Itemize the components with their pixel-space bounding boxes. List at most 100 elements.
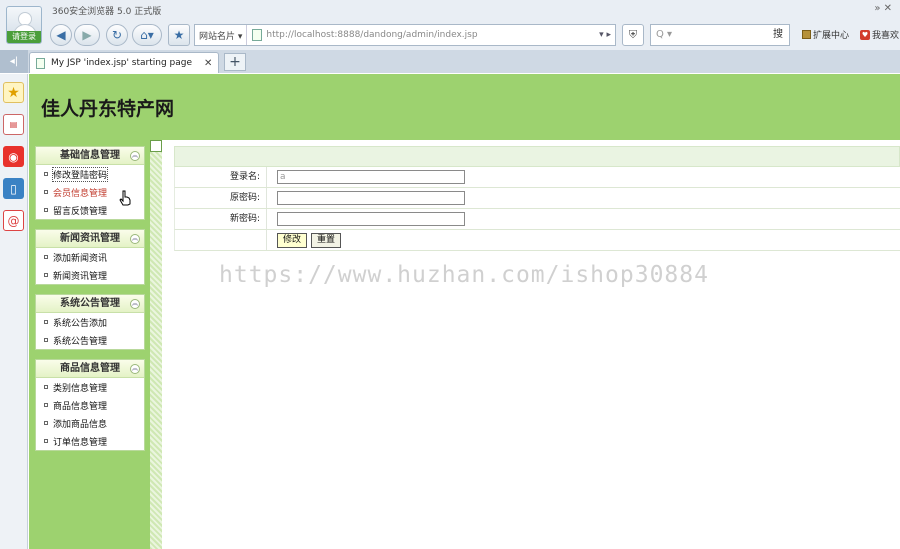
mobile-icon[interactable]: ▯ xyxy=(3,178,24,199)
menu-item-label: 添加新闻资讯 xyxy=(53,253,108,264)
menu-item-label: 修改登陆密码 xyxy=(51,166,109,182)
tab-title: My JSP 'index.jsp' starting page xyxy=(51,58,193,68)
bullet-icon xyxy=(44,320,48,324)
bullet-icon xyxy=(44,421,48,425)
weibo-icon[interactable]: ◉ xyxy=(3,146,24,167)
frame-divider-handle[interactable] xyxy=(150,140,162,152)
page-icon xyxy=(36,57,45,69)
old-password-label: 原密码: xyxy=(175,188,267,208)
favorites-star-icon[interactable]: ★ xyxy=(3,82,24,103)
menu-notice: 系统公告管理 ︽ 系统公告添加 系统公告管理 xyxy=(35,294,145,350)
page-icon xyxy=(252,29,263,41)
address-dropdown-arrows[interactable]: ▾ ▸ xyxy=(595,30,615,40)
new-tab-button[interactable]: + xyxy=(224,53,246,71)
search-button[interactable]: 搜 xyxy=(766,24,790,46)
menu-title: 新闻资讯管理 xyxy=(60,233,120,244)
home-button[interactable]: ⌂▾ xyxy=(132,24,162,46)
mail-icon[interactable]: @ xyxy=(3,210,24,231)
site-card-dropdown[interactable]: 网站名片 ▾ xyxy=(195,25,248,45)
bookmark-button[interactable]: ★ xyxy=(168,24,190,46)
sidebar-toggle-button[interactable]: ◂| xyxy=(0,50,28,73)
login-label[interactable]: 请登录 xyxy=(7,31,41,43)
menu-item-news-manage[interactable]: 新闻资讯管理 xyxy=(36,266,144,284)
favorite-label: 我喜欢 xyxy=(872,31,900,41)
menu-item-goods-manage[interactable]: 商品信息管理 xyxy=(36,396,144,414)
tab-active[interactable]: My JSP 'index.jsp' starting page ✕ xyxy=(29,52,219,73)
menu-item-add-goods[interactable]: 添加商品信息 xyxy=(36,414,144,432)
menu-title: 基础信息管理 xyxy=(60,150,120,161)
menu-header[interactable]: 系统公告管理 ︽ xyxy=(36,295,144,313)
menu-item-order-manage[interactable]: 订单信息管理 xyxy=(36,432,144,450)
hand-cursor-icon xyxy=(119,190,131,206)
submit-button[interactable]: 修改 xyxy=(277,232,308,248)
url-input[interactable]: http://localhost:8888/dandong/admin/inde… xyxy=(266,30,595,40)
bullet-icon xyxy=(44,403,48,407)
form-row-new-password: 新密码: xyxy=(174,209,900,230)
menu-item-label: 商品信息管理 xyxy=(53,401,108,412)
arrow-right-icon: ▶ xyxy=(82,28,92,42)
site-title: 佳人丹东特产网 xyxy=(41,98,175,120)
menu-item-category-manage[interactable]: 类别信息管理 xyxy=(36,378,144,396)
bullet-icon xyxy=(44,273,48,277)
menu-header[interactable]: 基础信息管理 ︽ xyxy=(36,147,144,165)
new-password-label: 新密码: xyxy=(175,209,267,229)
form-header-bar xyxy=(174,146,900,167)
forward-button[interactable]: ▶ xyxy=(74,24,100,46)
username-label: 登录名: xyxy=(175,167,267,187)
window-controls[interactable]: » ✕ xyxy=(874,3,892,14)
user-avatar-button[interactable]: 请登录 xyxy=(6,6,42,44)
bullet-icon xyxy=(44,255,48,259)
form-row-old-password: 原密码: xyxy=(174,188,900,209)
change-password-form: 登录名: a 原密码: 新密码: 修改 重置 xyxy=(174,146,900,251)
actions-label-cell xyxy=(175,230,267,250)
address-bar[interactable]: 网站名片 ▾ http://localhost:8888/dandong/adm… xyxy=(194,24,616,46)
menu-item-label: 类别信息管理 xyxy=(53,383,108,394)
watermark: https://www.huzhan.com/ishop30884 xyxy=(219,262,709,288)
favorite-button[interactable]: ♥ 我喜欢 xyxy=(860,28,899,41)
menu-item-label: 系统公告添加 xyxy=(53,318,108,329)
arrow-left-icon: ◀ xyxy=(56,28,66,42)
menu-title: 系统公告管理 xyxy=(60,298,120,309)
menu-title: 商品信息管理 xyxy=(60,363,120,374)
news-icon[interactable]: ▤ xyxy=(3,114,24,135)
bullet-icon xyxy=(44,338,48,342)
menu-basic-info: 基础信息管理 ︽ 修改登陆密码 会员信息管理 留言反馈管理 xyxy=(35,146,145,220)
extension-center-button[interactable]: 扩展中心 xyxy=(802,28,849,41)
menu-item-add-notice[interactable]: 系统公告添加 xyxy=(36,313,144,331)
home-icon: ⌂▾ xyxy=(140,28,154,42)
menu-item-label: 会员信息管理 xyxy=(53,188,108,199)
bullet-icon xyxy=(44,208,48,212)
refresh-button[interactable]: ↻ xyxy=(106,24,128,46)
bullet-icon xyxy=(44,190,48,194)
old-password-field[interactable] xyxy=(277,191,465,205)
collapse-icon[interactable]: ︽ xyxy=(130,234,140,244)
back-button[interactable]: ◀ xyxy=(50,24,72,46)
refresh-icon: ↻ xyxy=(111,28,123,42)
heart-icon: ♥ xyxy=(860,29,870,40)
menu-header[interactable]: 商品信息管理 ︽ xyxy=(36,360,144,378)
tab-close-icon[interactable]: ✕ xyxy=(204,58,218,69)
browser-sidebar: ★ ▤ ◉ ▯ @ xyxy=(0,74,28,549)
frame-divider[interactable] xyxy=(150,140,162,549)
extension-cube-icon xyxy=(802,30,811,39)
extension-center-label: 扩展中心 xyxy=(813,31,850,41)
menu-goods: 商品信息管理 ︽ 类别信息管理 商品信息管理 添加商品信息 订单信息管理 xyxy=(35,359,145,451)
collapse-icon[interactable]: ︽ xyxy=(130,299,140,309)
new-password-field[interactable] xyxy=(277,212,465,226)
collapse-icon[interactable]: ︽ xyxy=(130,151,140,161)
reset-button[interactable]: 重置 xyxy=(311,232,342,248)
menu-news: 新闻资讯管理 ︽ 添加新闻资讯 新闻资讯管理 xyxy=(35,229,145,285)
menu-item-change-password[interactable]: 修改登陆密码 xyxy=(36,165,144,183)
page-content: 佳人丹东特产网 基础信息管理 ︽ 修改登陆密码 会员信息管理 留言反馈管理 新闻… xyxy=(29,74,900,549)
form-row-actions: 修改 重置 xyxy=(174,230,900,251)
menu-item-add-news[interactable]: 添加新闻资讯 xyxy=(36,248,144,266)
security-shield-button[interactable]: ⛨ xyxy=(622,24,644,46)
menu-item-notice-manage[interactable]: 系统公告管理 xyxy=(36,331,144,349)
star-icon: ★ xyxy=(173,28,185,42)
collapse-icon[interactable]: ︽ xyxy=(130,364,140,374)
browser-app-title: 360安全浏览器 5.0 正式版 xyxy=(52,7,162,17)
form-row-username: 登录名: a xyxy=(174,167,900,188)
username-field[interactable]: a xyxy=(277,170,465,184)
menu-header[interactable]: 新闻资讯管理 ︽ xyxy=(36,230,144,248)
menu-item-label: 新闻资讯管理 xyxy=(53,271,108,282)
